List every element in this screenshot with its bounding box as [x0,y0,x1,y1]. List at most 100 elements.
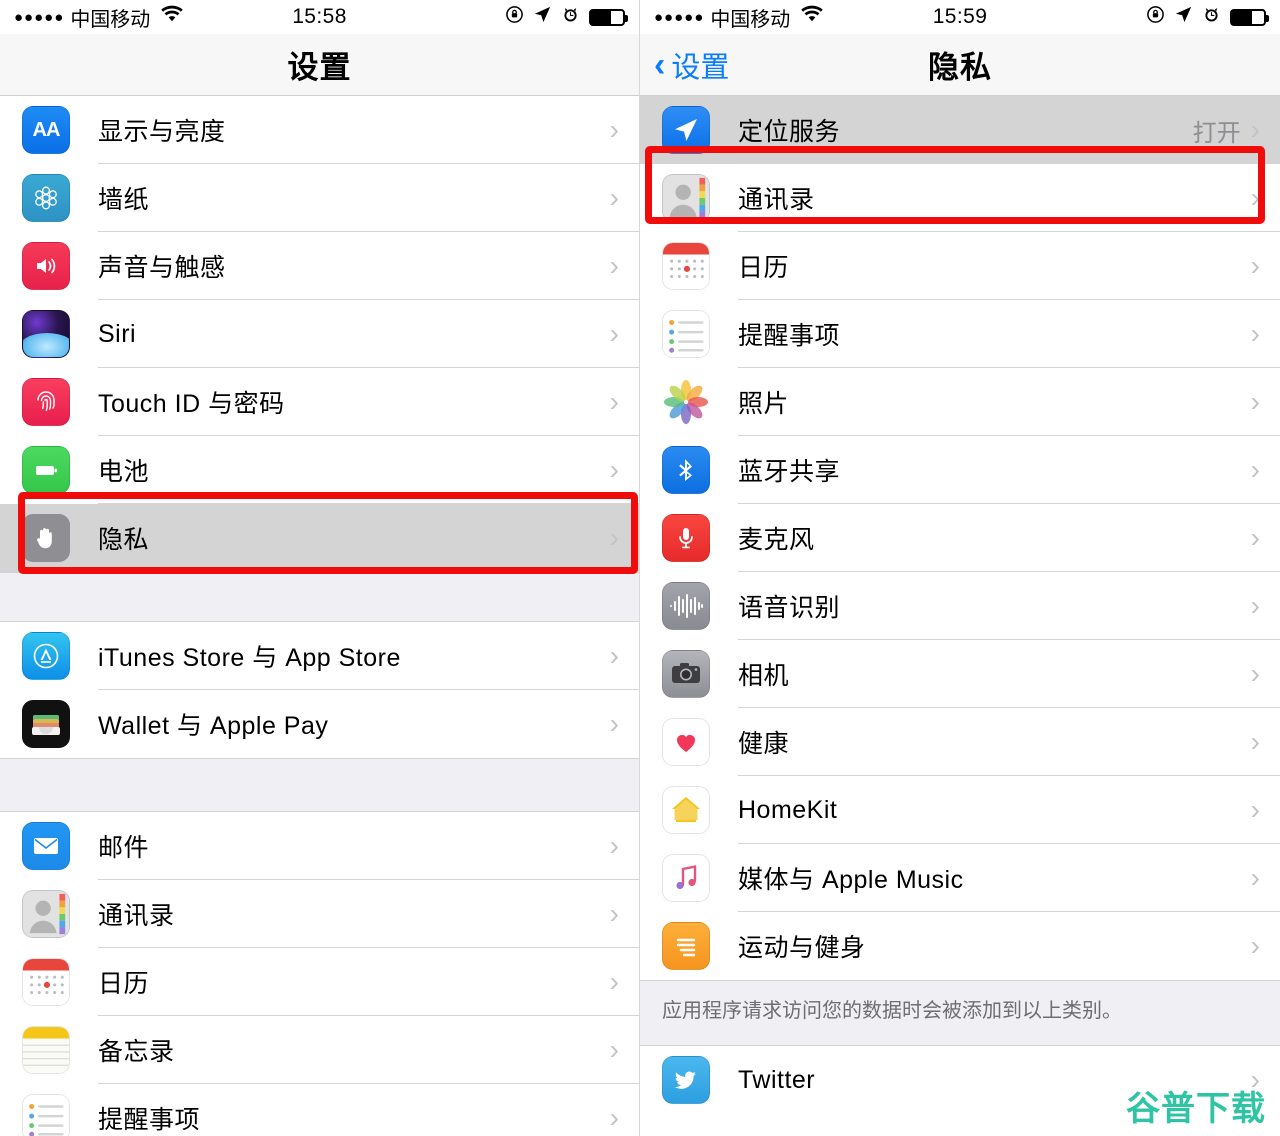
privacy-row-label: HomeKit [738,795,838,824]
privacy-row-label: 相机 [738,662,790,690]
back-button-settings[interactable]: ‹ 设置 [654,44,729,86]
chevron-right-icon: › [609,1034,619,1065]
settings-row-privacy[interactable]: 隐私 › [0,504,639,572]
chevron-right-icon: › [609,522,619,553]
settings-row-touch-id[interactable]: Touch ID 与密码 › [0,368,639,436]
privacy-row-label: 健康 [738,730,790,758]
settings-row-sounds-haptics[interactable]: 声音与触感 › [0,232,639,300]
battery-icon [1230,8,1269,26]
settings-row-wallet-apple-pay[interactable]: Wallet 与 Apple Pay › [0,690,639,758]
location-services-value: 打开 [1192,119,1241,147]
status-bar-carrier-group: ●●●●● 中国移动 [654,3,824,32]
chevron-right-icon: › [1250,250,1260,281]
privacy-row-contacts[interactable]: 通讯录 › [640,164,1280,232]
site-watermark: 谷普下载 [1126,1090,1266,1128]
page-title-settings: 设置 [287,50,352,85]
section-gap [0,758,639,812]
media-music-icon [662,854,710,902]
chevron-right-icon: › [1250,318,1260,349]
chevron-right-icon: › [609,454,619,485]
settings-row-label: Touch ID 与密码 [98,390,285,418]
chevron-right-icon: › [609,708,619,739]
chevron-left-icon: ‹ [654,45,666,84]
chevron-right-icon: › [1250,862,1260,893]
settings-row-label: 显示与亮度 [98,118,226,146]
chevron-right-icon: › [1250,726,1260,757]
settings-row-label: 邮件 [98,834,150,862]
settings-row-contacts[interactable]: 通讯录 › [0,880,639,948]
chevron-right-icon: › [1250,658,1260,689]
status-bar-carrier-group: ●●●●● 中国移动 [14,3,184,32]
privacy-footnote: 应用程序请求访问您的数据时会被添加到以上类别。 [640,980,1280,1046]
chevron-right-icon: › [1250,930,1260,961]
privacy-row-label: 定位服务 [738,118,841,146]
privacy-row-label: 蓝牙共享 [738,458,841,486]
siri-icon [22,310,70,358]
speech-recognition-icon [662,582,710,630]
settings-row-reminders[interactable]: 提醒事项 › [0,1084,639,1136]
privacy-row-calendar[interactable]: 日历 › [640,232,1280,300]
chevron-right-icon: › [1250,114,1260,145]
signal-strength-dots-icon: ●●●●● [654,8,705,26]
chevron-right-icon: › [609,898,619,929]
app-store-icon [22,632,70,680]
chevron-right-icon: › [1250,794,1260,825]
notes-icon [22,1026,70,1074]
settings-row-label: 电池 [98,458,150,486]
privacy-row-microphone[interactable]: 麦克风 › [640,504,1280,572]
chevron-right-icon: › [609,250,619,281]
chevron-right-icon: › [609,386,619,417]
chevron-right-icon: › [609,1102,619,1133]
settings-row-wallpaper[interactable]: 墙纸 › [0,164,639,232]
settings-section-3: 邮件 › 通讯录 › 日历 › 备忘录 › 提醒事项 › [0,812,639,1136]
health-icon [662,718,710,766]
privacy-row-label: 媒体与 Apple Music [738,866,964,894]
chevron-right-icon: › [1250,386,1260,417]
right-phone-screen-privacy: ●●●●● 中国移动 15:59 ‹ 设置 隐私 定位服务 打开 › 通讯录 ›… [640,0,1280,1136]
settings-section-2: iTunes Store 与 App Store › Wallet 与 Appl… [0,622,639,758]
wifi-icon [160,5,184,29]
location-arrow-icon [533,5,552,30]
settings-row-itunes-app-store[interactable]: iTunes Store 与 App Store › [0,622,639,690]
settings-section-1: AA 显示与亮度 › 墙纸 › 声音与触感 › Siri › Touch ID … [0,96,639,572]
settings-row-battery[interactable]: 电池 › [0,436,639,504]
privacy-row-homekit[interactable]: HomeKit › [640,776,1280,844]
privacy-row-media-apple-music[interactable]: 媒体与 Apple Music › [640,844,1280,912]
settings-row-calendar[interactable]: 日历 › [0,948,639,1016]
twitter-icon [662,1056,710,1104]
privacy-section: 定位服务 打开 › 通讯录 › 日历 › 提醒事项 › 照片 › 蓝牙共享 › … [640,96,1280,980]
privacy-row-camera[interactable]: 相机 › [640,640,1280,708]
chevron-right-icon: › [1250,182,1260,213]
privacy-row-label: 日历 [738,254,790,282]
settings-row-siri[interactable]: Siri › [0,300,639,368]
settings-row-label: 提醒事项 [98,1106,201,1134]
chevron-right-icon: › [609,114,619,145]
chevron-right-icon: › [609,182,619,213]
reminders-icon [662,310,710,358]
privacy-row-speech-recognition[interactable]: 语音识别 › [640,572,1280,640]
settings-row-label: Siri [98,319,137,348]
chevron-right-icon: › [1250,454,1260,485]
page-title-privacy: 隐私 [928,50,992,85]
privacy-row-label: 麦克风 [738,526,815,554]
location-services-icon [662,106,710,154]
privacy-row-reminders[interactable]: 提醒事项 › [640,300,1280,368]
nav-bar-left: 设置 [0,34,639,96]
chevron-right-icon: › [609,966,619,997]
privacy-row-location-services[interactable]: 定位服务 打开 › [640,96,1280,164]
settings-row-notes[interactable]: 备忘录 › [0,1016,639,1084]
camera-icon [662,650,710,698]
privacy-row-photos[interactable]: 照片 › [640,368,1280,436]
settings-row-mail[interactable]: 邮件 › [0,812,639,880]
contacts-icon [662,174,710,222]
calendar-icon [22,958,70,1006]
settings-row-display-brightness[interactable]: AA 显示与亮度 › [0,96,639,164]
alarm-clock-icon [1202,5,1221,30]
reminders-icon [22,1094,70,1136]
wallpaper-icon [22,174,70,222]
privacy-row-motion-fitness[interactable]: 运动与健身 › [640,912,1280,980]
dual-screenshot-composite: ●●●●● 中国移动 15:58 设置 AA 显示与亮度 › 墙纸 › 声音与触… [0,0,1280,1136]
privacy-row-bluetooth-sharing[interactable]: 蓝牙共享 › [640,436,1280,504]
privacy-row-health[interactable]: 健康 › [640,708,1280,776]
privacy-row-label: 照片 [738,390,790,418]
